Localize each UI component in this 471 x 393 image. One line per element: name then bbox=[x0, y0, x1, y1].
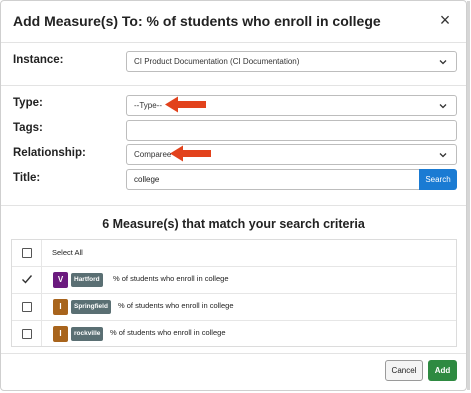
select-all-checkbox[interactable] bbox=[22, 248, 32, 258]
add-button[interactable]: Add bbox=[428, 360, 457, 381]
table-row[interactable]: V Hartford % of students who enroll in c… bbox=[12, 267, 456, 294]
add-measure-dialog: Add Measure(s) To: % of students who enr… bbox=[0, 0, 470, 391]
measure-type-badge: I bbox=[53, 326, 68, 342]
city-badge: Hartford bbox=[71, 273, 103, 287]
chevron-down-icon bbox=[439, 104, 447, 109]
tags-label: Tags: bbox=[13, 122, 43, 134]
dialog-header: Add Measure(s) To: % of students who enr… bbox=[1, 1, 466, 43]
checkbox-cell bbox=[12, 267, 42, 293]
checkmark-icon[interactable] bbox=[21, 273, 33, 285]
instance-select-value: CI Product Documentation (CI Documentati… bbox=[134, 57, 300, 66]
type-select-value: --Type-- bbox=[134, 101, 162, 110]
footer-divider bbox=[1, 353, 466, 354]
table-row[interactable]: I Springfield % of students who enroll i… bbox=[12, 294, 456, 321]
select-all-row: Select All bbox=[12, 240, 456, 267]
relationship-label: Relationship: bbox=[13, 147, 86, 159]
annotation-arrow-icon bbox=[170, 145, 211, 162]
row-checkbox[interactable] bbox=[22, 329, 32, 339]
close-icon[interactable]: × bbox=[436, 11, 454, 29]
measure-type-badge: V bbox=[53, 272, 68, 288]
title-label: Title: bbox=[13, 172, 41, 184]
checkbox-cell bbox=[12, 240, 42, 266]
measure-title: % of students who enroll in college bbox=[118, 301, 234, 310]
annotation-arrow-icon bbox=[165, 96, 206, 113]
checkbox-cell bbox=[12, 321, 42, 346]
relationship-select-value: Comparee bbox=[134, 150, 172, 159]
section-divider bbox=[1, 205, 466, 206]
search-button[interactable]: Search bbox=[419, 169, 457, 190]
measure-type-badge: I bbox=[53, 299, 68, 315]
cancel-button[interactable]: Cancel bbox=[385, 360, 423, 381]
results-heading: 6 Measure(s) that match your search crit… bbox=[102, 217, 365, 231]
chevron-down-icon bbox=[439, 60, 447, 65]
instance-select[interactable]: CI Product Documentation (CI Documentati… bbox=[126, 51, 457, 72]
table-row[interactable]: I rockville % of students who enroll in … bbox=[12, 321, 456, 346]
measure-title: % of students who enroll in college bbox=[110, 328, 226, 337]
city-badge: Springfield bbox=[71, 300, 111, 314]
chevron-down-icon bbox=[439, 153, 447, 158]
results-table: Select All V Hartford % of students who … bbox=[11, 239, 457, 347]
type-label: Type: bbox=[13, 97, 43, 109]
select-all-label: Select All bbox=[52, 248, 83, 257]
checkbox-cell bbox=[12, 294, 42, 320]
instance-label: Instance: bbox=[13, 54, 64, 66]
row-checkbox[interactable] bbox=[22, 302, 32, 312]
dialog-title: Add Measure(s) To: % of students who enr… bbox=[13, 13, 381, 29]
measure-title: % of students who enroll in college bbox=[113, 274, 229, 283]
city-badge: rockville bbox=[71, 327, 104, 341]
section-divider bbox=[1, 85, 466, 86]
title-search-input[interactable]: college bbox=[126, 169, 420, 190]
tags-input[interactable] bbox=[126, 120, 457, 141]
